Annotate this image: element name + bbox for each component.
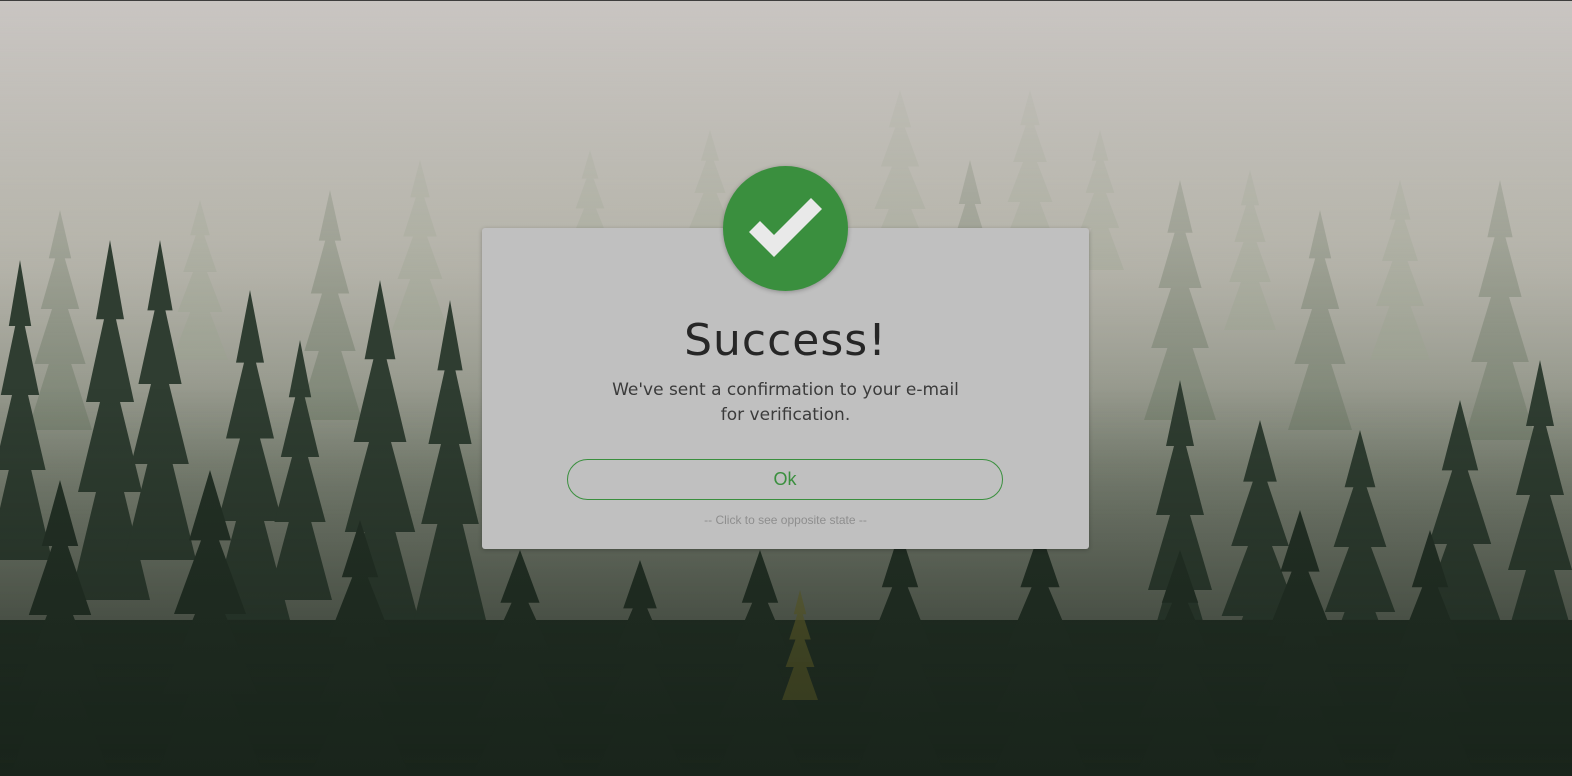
dialog-title: Success! <box>684 315 887 366</box>
dialog-message-line-1: We've sent a confirmation to your e-mail <box>612 380 959 400</box>
ok-button[interactable]: Ok <box>567 459 1003 500</box>
success-badge <box>723 166 848 291</box>
dialog-message-line-2: for verification. <box>720 405 851 425</box>
toggle-state-link[interactable]: -- Click to see opposite state -- <box>482 512 1089 528</box>
checkmark-icon <box>748 197 822 257</box>
top-border <box>0 0 1572 1</box>
dialog-message: We've sent a confirmation to your e-mail… <box>600 378 971 428</box>
